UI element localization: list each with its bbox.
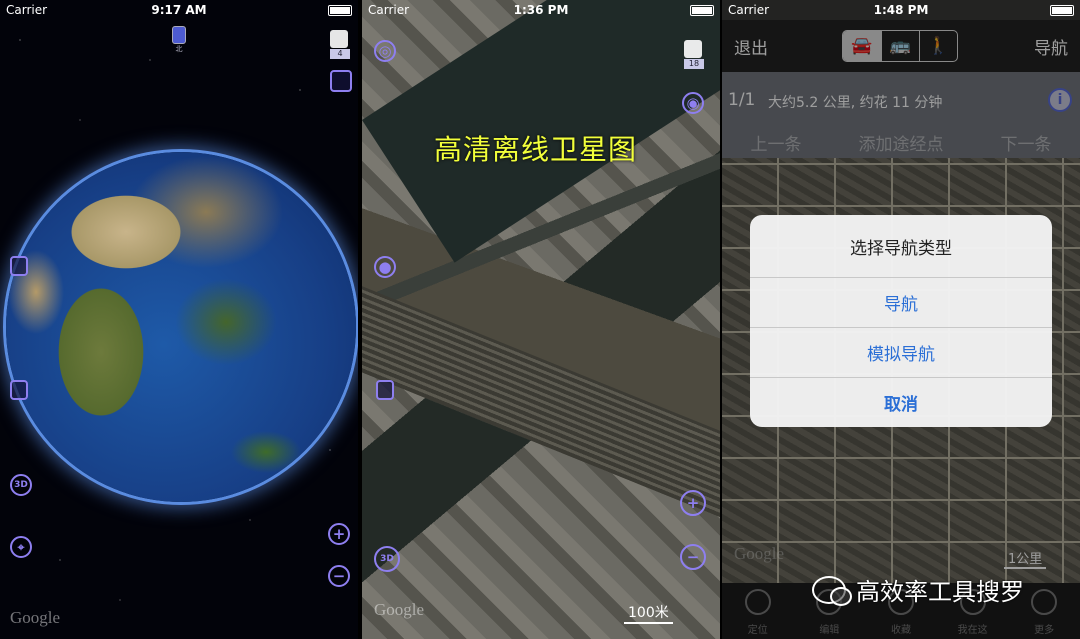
zoom-out-button[interactable]: − (680, 544, 706, 570)
navigate-option[interactable]: 导航 (750, 277, 1052, 327)
bookmark-icon[interactable] (10, 380, 28, 400)
crosshair-icon[interactable]: ⌖ (10, 536, 32, 558)
battery-icon (328, 4, 352, 16)
clock: 1:48 PM (873, 3, 929, 17)
simulate-navigate-option[interactable]: 模拟导航 (750, 327, 1052, 377)
side-tool-icon[interactable] (10, 256, 28, 276)
compass-label: 北 (175, 45, 183, 53)
location-target-icon[interactable]: ◉ (682, 92, 704, 114)
layers-icon[interactable]: 4 (330, 30, 350, 59)
cancel-button[interactable]: 取消 (750, 377, 1052, 427)
status-bar: Carrier 9:17 AM (0, 0, 358, 20)
3d-toggle-button[interactable]: 3D (374, 546, 400, 572)
layers-icon[interactable]: 18 (684, 40, 704, 69)
side-tool-icon[interactable]: ● (374, 256, 396, 278)
zoom-out-button[interactable]: − (328, 565, 350, 587)
layers-count-badge: 18 (684, 59, 704, 69)
layers-stack-icon (684, 40, 702, 58)
satellite-screen: Carrier 1:36 PM ◎ 18 ◉ 高清离线卫星图 ● + − 3D … (362, 0, 720, 639)
google-logo: Google (10, 608, 61, 627)
bookmark-icon[interactable] (376, 380, 394, 400)
zoom-in-button[interactable]: + (680, 490, 706, 516)
status-bar: Carrier 1:36 PM (362, 0, 720, 20)
location-target-icon[interactable] (330, 70, 352, 92)
overlay-title: 高清离线卫星图 (434, 133, 638, 166)
nav-type-dialog: 选择导航类型 导航 模拟导航 取消 (750, 215, 1052, 427)
compass-needle (172, 26, 186, 44)
status-bar: Carrier 1:48 PM (722, 0, 1080, 20)
battery-icon (690, 4, 714, 16)
google-logo: Google (374, 600, 425, 619)
map-scale: 100米 (624, 602, 673, 624)
zoom-in-button[interactable]: + (328, 523, 350, 545)
navigation-screen: Carrier 1:48 PM 退出 🚘 🚌 🚶 导航 1/1 大约5.2 公里… (722, 0, 1080, 639)
watermark-text: 高效率工具搜罗 (856, 578, 1024, 606)
clock: 9:17 AM (151, 3, 207, 17)
dialog-title: 选择导航类型 (850, 238, 952, 259)
battery-icon (1050, 4, 1074, 16)
wechat-icon (812, 575, 852, 606)
wechat-watermark: 高效率工具搜罗 (812, 572, 1024, 607)
clock: 1:36 PM (513, 3, 569, 17)
layers-count-badge: 4 (330, 49, 350, 59)
layers-stack-icon (330, 30, 348, 48)
earth-globe[interactable] (6, 152, 356, 502)
compass-icon[interactable]: ◎ (374, 40, 396, 62)
3d-toggle-button[interactable]: 3D (10, 474, 32, 496)
globe-screen: Carrier 9:17 AM 北 4 3D ⌖ + − Google (0, 0, 358, 639)
compass-icon[interactable]: 北 (170, 26, 188, 53)
